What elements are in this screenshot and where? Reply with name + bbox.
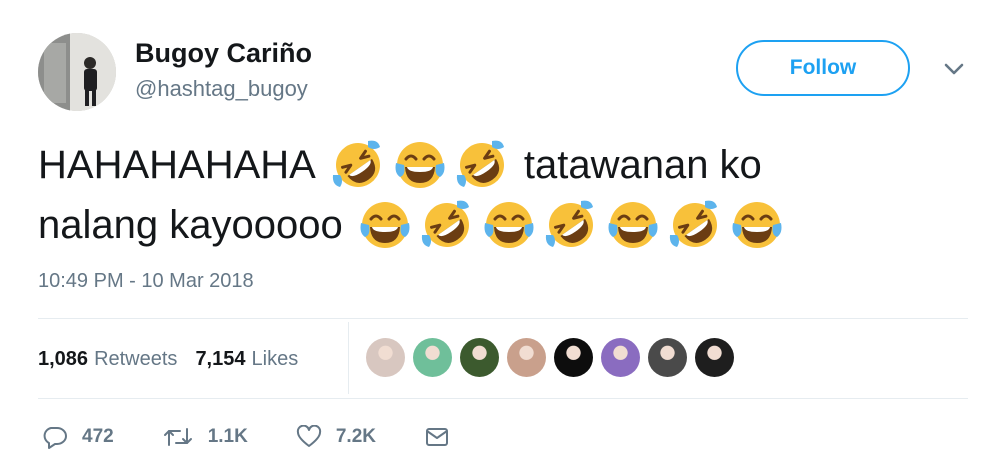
tears-of-joy-emoji-icon <box>484 202 534 248</box>
retweet-button[interactable]: 1.1K <box>162 425 248 449</box>
liker-avatar[interactable] <box>601 338 640 377</box>
liker-avatars <box>366 338 742 377</box>
tweet-text-segment: HAHAHAHAHA <box>38 143 316 187</box>
liker-avatar[interactable] <box>695 338 734 377</box>
emoji-group <box>357 197 791 253</box>
reply-icon <box>43 427 67 449</box>
tweet-text-segment: nalang kayooooo <box>38 203 343 247</box>
chevron-down-icon[interactable] <box>940 58 968 80</box>
liker-avatar[interactable] <box>648 338 687 377</box>
retweets-label[interactable]: Retweets <box>94 348 177 371</box>
reply-button[interactable]: 472 <box>42 425 114 449</box>
likes-label[interactable]: Likes <box>252 348 299 371</box>
tweet-stats: 1,086 Retweets 7,154 Likes <box>38 344 316 374</box>
rolling-laughing-emoji-icon <box>669 200 717 247</box>
heart-icon <box>296 425 321 447</box>
tweet-text: HAHAHAHAHA tatawanan ko nalang kayooooo <box>38 135 968 255</box>
retweet-icon <box>163 428 192 446</box>
rolling-laughing-emoji-icon <box>456 140 504 187</box>
rolling-laughing-emoji-icon <box>545 200 593 247</box>
user-handle[interactable]: @hashtag_bugoy <box>135 76 308 102</box>
like-button[interactable]: 7.2K <box>296 425 376 449</box>
avatar[interactable] <box>38 33 116 111</box>
direct-message-button[interactable] <box>424 425 464 449</box>
tweet-actions: 472 1.1K 7.2K <box>42 420 512 454</box>
reply-count: 472 <box>82 426 114 447</box>
retweets-count[interactable]: 1,086 <box>38 348 88 371</box>
emoji-group <box>330 137 516 193</box>
tears-of-joy-emoji-icon <box>395 142 445 188</box>
divider <box>38 318 968 319</box>
liker-avatar[interactable] <box>460 338 499 377</box>
display-name[interactable]: Bugoy Cariño <box>135 38 312 69</box>
divider <box>348 322 349 394</box>
tweet-timestamp[interactable]: 10:49 PM - 10 Mar 2018 <box>38 270 254 293</box>
envelope-icon <box>425 428 448 446</box>
rolling-laughing-emoji-icon <box>421 200 469 247</box>
liker-avatar[interactable] <box>413 338 452 377</box>
liker-avatar[interactable] <box>366 338 405 377</box>
liker-avatar[interactable] <box>507 338 546 377</box>
tweet-text-segment: tatawanan ko <box>523 143 762 187</box>
tears-of-joy-emoji-icon <box>360 202 410 248</box>
divider <box>38 398 968 399</box>
retweet-count: 1.1K <box>207 426 248 447</box>
likes-count[interactable]: 7,154 <box>195 348 245 371</box>
like-count: 7.2K <box>335 426 376 447</box>
tweet-text-line-2: nalang kayooooo <box>38 195 968 255</box>
tweet-text-line-1: HAHAHAHAHA tatawanan ko <box>38 135 968 195</box>
tears-of-joy-emoji-icon <box>608 202 658 248</box>
follow-button[interactable]: Follow <box>736 40 910 96</box>
tears-of-joy-emoji-icon <box>732 202 782 248</box>
rolling-laughing-emoji-icon <box>332 140 380 187</box>
liker-avatar[interactable] <box>554 338 593 377</box>
tweet-card: Bugoy Cariño @hashtag_bugoy Follow HAHAH… <box>0 0 1000 472</box>
